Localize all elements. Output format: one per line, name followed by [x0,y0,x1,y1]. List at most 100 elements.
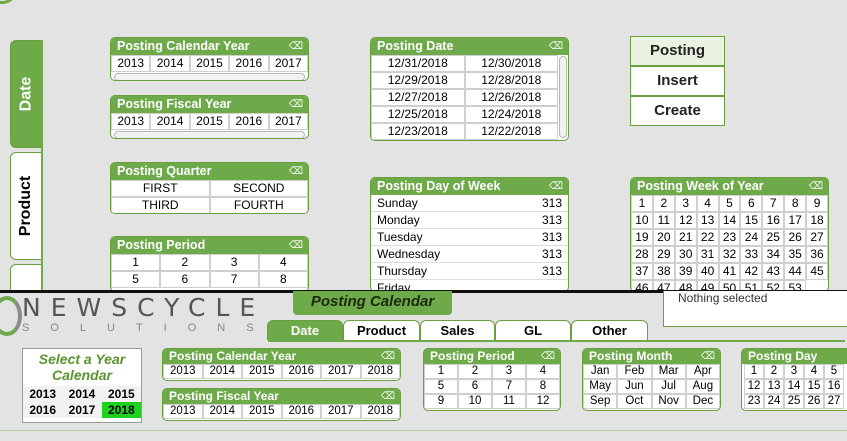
year-item[interactable]: 2017 [321,364,361,379]
month-item[interactable]: Nov [651,394,686,409]
month-item[interactable]: Aug [685,379,720,394]
year-item[interactable]: 2016 [281,364,321,379]
day-row[interactable]: Monday 313 [371,212,568,229]
year-item[interactable]: 2013 [163,364,203,379]
week-item[interactable]: 34 [762,246,785,263]
week-item[interactable]: 14 [718,212,741,229]
week-item[interactable]: 44 [784,263,807,280]
year-item[interactable]: 2018 [360,404,400,419]
nav-tab-other[interactable]: Other [571,320,648,340]
select-year-item[interactable]: 2013 [23,386,63,402]
quarter-item[interactable]: FOURTH [209,197,308,213]
period-item[interactable]: 10 [458,394,492,409]
select-year-item[interactable]: 2017 [62,402,102,418]
week-item[interactable]: 38 [652,263,675,280]
month-item[interactable]: Jan [583,364,618,379]
year-item[interactable]: 2016 [281,404,321,419]
clear-filter-icon[interactable]: ⌫ [701,349,715,364]
day-item[interactable]: 23 [744,394,764,409]
side-tab-date[interactable]: Date [10,40,42,148]
day-item[interactable]: 15 [804,379,824,394]
month-item[interactable]: Dec [685,394,720,409]
date-item[interactable]: 12/25/2018 [371,106,465,123]
day-item[interactable]: 27 [824,394,844,409]
year-item[interactable]: 2017 [268,113,308,130]
quarter-item[interactable]: THIRD [111,197,210,213]
week-item[interactable]: 29 [652,246,675,263]
week-item[interactable]: 35 [784,246,807,263]
nav-tab-gl[interactable]: GL [495,320,571,340]
period-item[interactable]: 7 [492,379,526,394]
week-item[interactable]: 36 [806,246,828,263]
year-item[interactable]: 2013 [111,113,151,130]
date-item[interactable]: 12/27/2018 [371,89,465,106]
week-item[interactable]: 13 [696,212,719,229]
date-item[interactable]: 12/24/2018 [464,106,558,123]
horizontal-scrollbar[interactable] [114,131,305,138]
week-item[interactable]: 10 [631,212,653,229]
period-item[interactable]: 1 [424,364,458,379]
clear-filter-icon[interactable]: ⌫ [289,163,303,180]
week-item[interactable]: 26 [784,229,807,246]
day-item[interactable]: 24 [764,394,784,409]
day-item[interactable]: 26 [804,394,824,409]
nav-tab-sales[interactable]: Sales [420,320,495,340]
day-row[interactable]: Thursday 313 [371,263,568,280]
year-item[interactable]: 2013 [111,55,151,72]
date-item[interactable]: 12/28/2018 [464,72,558,89]
date-item[interactable]: 12/23/2018 [371,123,465,140]
day-item[interactable]: 12 [744,379,764,394]
year-item[interactable]: 2014 [150,113,190,130]
day-item[interactable]: 13 [764,379,784,394]
week-item[interactable]: 30 [674,246,697,263]
create-button[interactable]: Create [630,96,725,126]
week-item[interactable]: 4 [696,195,719,212]
period-item[interactable]: 4 [526,364,560,379]
clear-filter-icon[interactable]: ⌫ [541,349,555,364]
day-item[interactable]: 2 [764,364,784,379]
clear-filter-icon[interactable]: ⌫ [549,38,563,55]
date-item[interactable]: 12/29/2018 [371,72,465,89]
period-item[interactable]: 3 [492,364,526,379]
week-item[interactable]: 22 [696,229,719,246]
day-item[interactable]: 5 [824,364,844,379]
year-item[interactable]: 2015 [242,364,282,379]
period-item[interactable]: 6 [458,379,492,394]
day-item[interactable]: 16 [824,379,844,394]
week-item[interactable]: 1 [631,195,653,212]
day-item[interactable]: 4 [804,364,824,379]
week-item[interactable]: 25 [762,229,785,246]
year-item[interactable]: 2014 [202,404,242,419]
week-item[interactable]: 23 [718,229,741,246]
day-item[interactable]: 3 [784,364,804,379]
month-item[interactable]: Mar [651,364,686,379]
day-row[interactable]: Wednesday 313 [371,246,568,263]
week-item[interactable]: 27 [806,229,828,246]
clear-filter-icon[interactable]: ⌫ [381,389,395,404]
clear-filter-icon[interactable]: ⌫ [381,349,395,364]
week-item[interactable]: 32 [718,246,741,263]
date-item[interactable]: 12/31/2018 [371,55,465,72]
select-year-item[interactable]: 2014 [62,386,102,402]
week-item[interactable]: 31 [696,246,719,263]
month-item[interactable]: Jul [651,379,686,394]
period-item[interactable]: 7 [209,271,259,288]
week-item[interactable]: 33 [740,246,763,263]
period-item[interactable]: 4 [258,254,308,271]
select-year-item-selected[interactable]: 2018 [101,402,141,418]
year-item[interactable]: 2017 [321,404,361,419]
period-item[interactable]: 9 [424,394,458,409]
week-item[interactable]: 21 [674,229,697,246]
period-item[interactable]: 8 [258,271,308,288]
week-item[interactable]: 39 [674,263,697,280]
clear-filter-icon[interactable]: ⌫ [549,178,563,195]
period-item[interactable]: 5 [424,379,458,394]
nav-tab-product[interactable]: Product [343,320,420,340]
quarter-item[interactable]: FIRST [111,180,210,197]
period-item[interactable]: 2 [458,364,492,379]
period-item[interactable]: 5 [111,271,161,288]
period-item[interactable]: 6 [160,271,210,288]
select-year-item[interactable]: 2015 [101,386,141,402]
day-item[interactable]: 25 [784,394,804,409]
clear-filter-icon[interactable]: ⌫ [289,38,303,55]
